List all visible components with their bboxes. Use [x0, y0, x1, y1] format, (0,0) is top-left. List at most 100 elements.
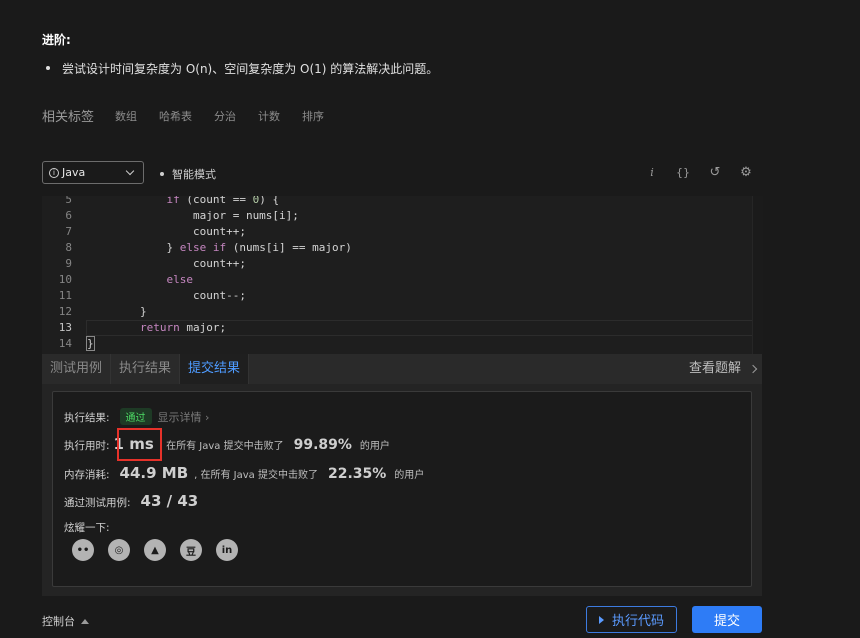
info-icon[interactable]: i [644, 164, 660, 180]
code-line[interactable]: 9 count++; [42, 256, 762, 272]
code-token: return [139, 321, 180, 334]
tag-sorting[interactable]: 排序 [302, 108, 324, 124]
code-line[interactable]: 10 else [42, 272, 762, 288]
advanced-title: 进阶: [42, 33, 71, 47]
related-tags: 相关标签 数组 哈希表 分治 计数 排序 [42, 106, 346, 126]
line-number: 7 [65, 225, 72, 238]
code-line[interactable]: 14} [42, 336, 762, 352]
run-code-label: 执行代码 [611, 614, 664, 629]
code-line[interactable]: 5 if (count == 0) { [42, 196, 762, 208]
line-number: 10 [58, 273, 72, 286]
line-number: 12 [58, 305, 72, 318]
chevron-down-icon [125, 166, 135, 176]
code-token: else if [179, 241, 227, 254]
settings-icon[interactable]: ⚙ [738, 164, 754, 180]
tag-hash-table[interactable]: 哈希表 [159, 108, 192, 124]
editor-scrollbar[interactable] [752, 196, 763, 354]
code-text: else [87, 272, 193, 288]
submit-button[interactable]: 提交 [692, 606, 762, 633]
view-solution-label: 查看题解 [688, 361, 741, 376]
code-token: (nums[i] == major) [226, 241, 352, 254]
line-number: 8 [65, 241, 72, 254]
line-number: 6 [65, 209, 72, 222]
code-text: if (count == 0) { [87, 196, 279, 208]
runtime-text: , 在所有 Java 提交中击败了 [159, 441, 284, 452]
runtime-percent: 99.89% [293, 437, 352, 453]
qq-icon[interactable]: ▲ [144, 539, 166, 561]
wechat-icon[interactable]: •• [72, 539, 94, 561]
details-arrow-icon: › [205, 411, 210, 424]
code-token: count++; [87, 257, 246, 270]
code-line[interactable]: 8 } else if (nums[i] == major) [42, 240, 762, 256]
code-line[interactable]: 12 } [42, 304, 762, 320]
linkedin-icon[interactable]: in [216, 539, 238, 561]
runtime-row: 执行用时: 1 ms , 在所有 Java 提交中击败了 99.89% 的用户 [64, 435, 390, 453]
code-text: } [86, 336, 95, 352]
status-label: 执行结果: [64, 412, 110, 424]
tab-test-cases[interactable]: 测试用例 [42, 354, 112, 384]
runtime-highlight-box [117, 428, 162, 461]
code-line[interactable]: 7 count++; [42, 224, 762, 240]
code-token: } [87, 305, 147, 318]
play-icon [598, 615, 604, 624]
status-row: 执行结果: 通过 显示详情 › [64, 408, 209, 425]
tag-array[interactable]: 数组 [115, 108, 137, 124]
code-text: count++; [87, 224, 246, 240]
memory-value: 44.9 MB [119, 464, 189, 482]
line-number: 13 [58, 321, 72, 334]
language-select[interactable]: i Java [42, 161, 144, 184]
code-token: major = nums[i]; [87, 209, 299, 222]
braces-icon[interactable]: {} [675, 164, 691, 180]
code-text: major = nums[i]; [87, 208, 299, 224]
code-token: if [166, 196, 180, 206]
tests-label: 通过测试用例: [64, 497, 131, 509]
douban-icon[interactable]: 豆 [180, 539, 202, 561]
weibo-icon[interactable]: ◎ [108, 539, 130, 561]
reset-icon[interactable]: ↺ [707, 164, 723, 180]
memory-label: 内存消耗: [64, 469, 110, 481]
memory-suffix: 的用户 [394, 470, 425, 481]
code-editor[interactable]: 5 if (count == 0) {6 major = nums[i]; 7 c… [42, 196, 762, 354]
code-text: count--; [87, 288, 246, 304]
code-text: } else if (nums[i] == major) [87, 240, 352, 256]
smart-mode-toggle[interactable]: 智能模式 [160, 166, 216, 182]
result-tabs: 测试用例 执行结果 提交结果 查看题解 [42, 354, 762, 384]
tab-run-result[interactable]: 执行结果 [111, 354, 181, 384]
tab-submit-result[interactable]: 提交结果 [180, 354, 250, 384]
code-token: } [87, 241, 180, 254]
tag-divide-conquer[interactable]: 分治 [214, 108, 236, 124]
code-line[interactable]: 13 return major; [42, 320, 762, 336]
code-token: (count == [179, 196, 253, 206]
info-icon: i [49, 167, 59, 178]
code-token: count--; [87, 289, 246, 302]
run-code-button[interactable]: 执行代码 [586, 606, 677, 633]
bullet-dot [46, 66, 50, 70]
share-label-row: 炫耀一下: [64, 520, 110, 535]
console-label: 控制台 [42, 615, 75, 628]
mode-dot-icon [160, 172, 164, 176]
console-toggle[interactable]: 控制台 [42, 613, 89, 629]
tags-label: 相关标签 [42, 110, 95, 125]
view-solution-link[interactable]: 查看题解 [688, 354, 758, 384]
language-value: Java [62, 166, 86, 179]
advanced-item-text: 尝试设计时间复杂度为 O(n)、空间复杂度为 O(1) 的算法解决此问题。 [62, 62, 439, 76]
code-line[interactable]: 6 major = nums[i]; [42, 208, 762, 224]
line-number: 5 [65, 196, 72, 206]
line-number: 14 [58, 337, 72, 350]
caret-up-icon [81, 618, 89, 624]
memory-percent: 22.35% [327, 466, 387, 482]
show-details-link[interactable]: 显示详情 › [158, 409, 210, 425]
tag-counting[interactable]: 计数 [258, 108, 280, 124]
code-token: else [166, 273, 193, 286]
runtime-suffix: 的用户 [359, 441, 390, 452]
memory-row: 内存消耗: 44.9 MB , 在所有 Java 提交中击败了 22.35% 的… [64, 464, 424, 482]
advanced-item: 尝试设计时间复杂度为 O(n)、空间复杂度为 O(1) 的算法解决此问题。 [46, 60, 439, 77]
status-badge: 通过 [119, 408, 152, 425]
code-line[interactable]: 11 count--; [42, 288, 762, 304]
code-text: } [87, 304, 147, 320]
code-token: major; [179, 321, 227, 334]
code-text: return major; [87, 320, 226, 336]
line-number: 9 [65, 257, 72, 270]
